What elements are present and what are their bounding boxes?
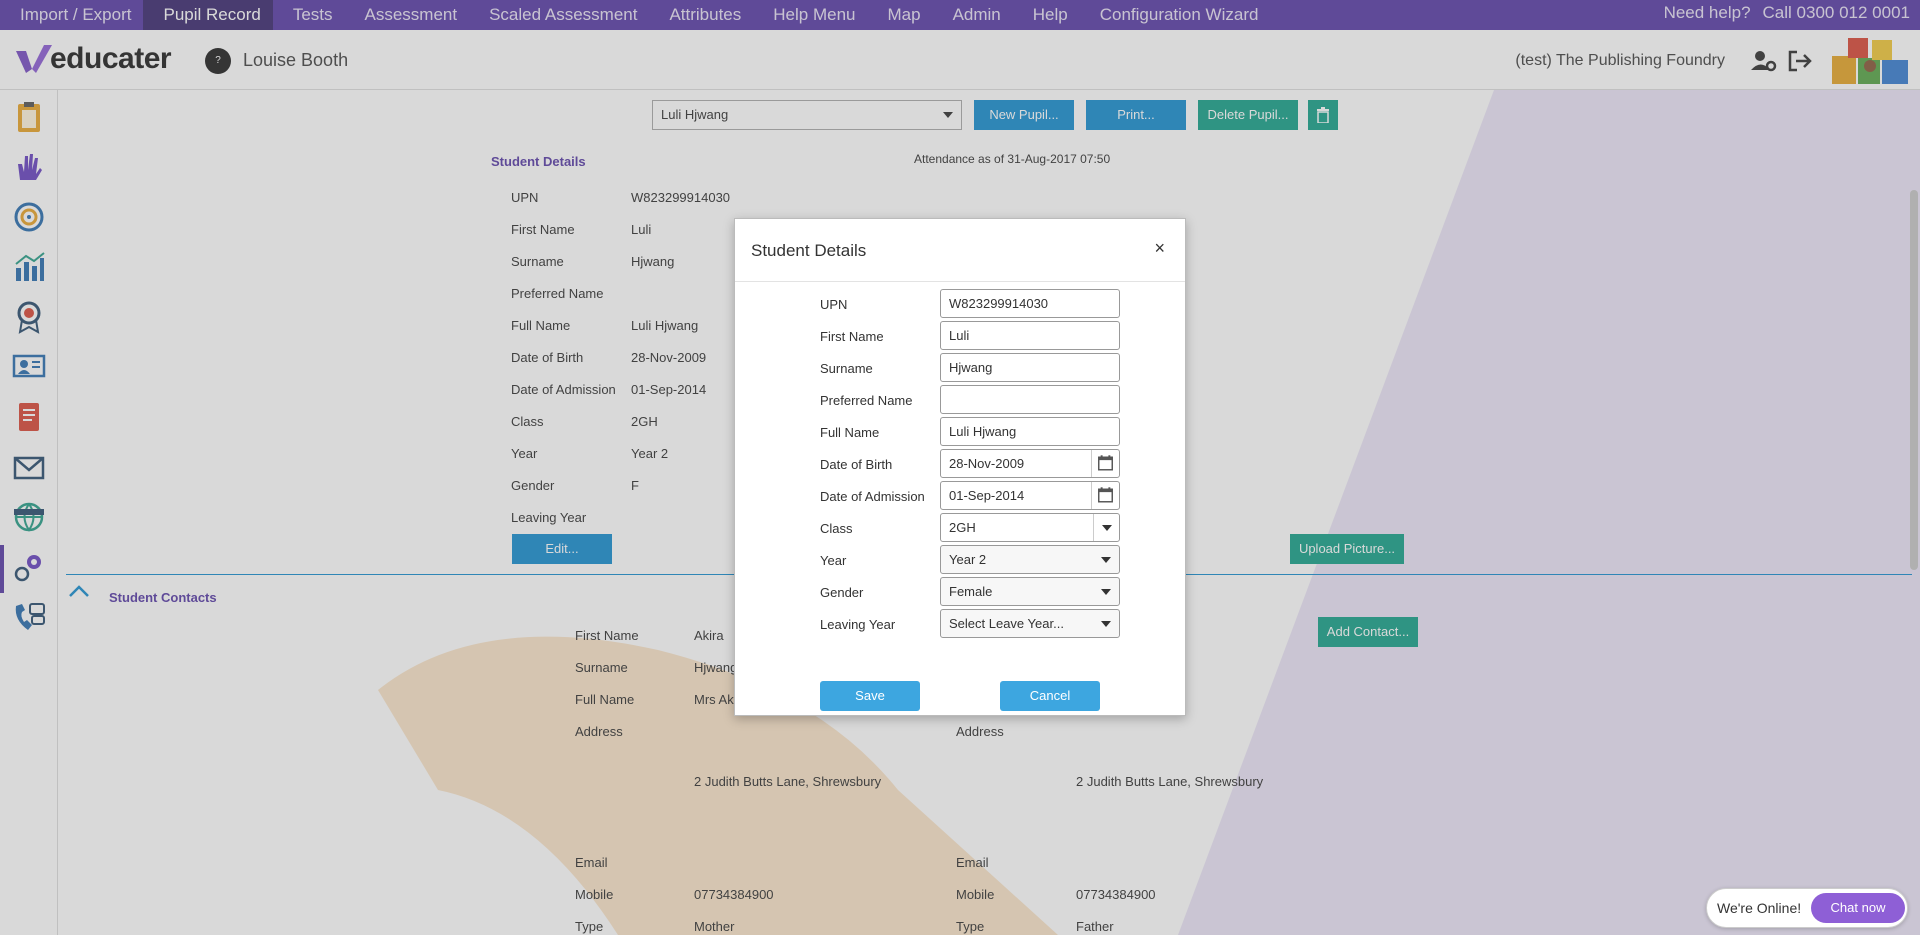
student-details-modal: Student Details × UPN W823299914030 Firs…: [734, 218, 1186, 716]
class-select[interactable]: 2GH: [940, 513, 1120, 542]
chevron-down-icon: [1093, 610, 1119, 637]
field-label: Class: [820, 521, 853, 536]
field-label: Surname: [820, 361, 873, 376]
calendar-icon[interactable]: [1091, 482, 1119, 509]
close-icon[interactable]: ×: [1154, 239, 1165, 257]
modal-divider: [735, 281, 1185, 282]
calendar-icon[interactable]: [1091, 450, 1119, 477]
first-name-input[interactable]: Luli: [940, 321, 1120, 350]
field-label: First Name: [820, 329, 884, 344]
full-name-input[interactable]: Luli Hjwang: [940, 417, 1120, 446]
field-label: Year: [820, 553, 847, 568]
leaving-year-select[interactable]: Select Leave Year...: [940, 609, 1120, 638]
date-of-birth-value: 28-Nov-2009: [949, 456, 1025, 471]
field-year: Year Year 2: [820, 545, 1120, 575]
chevron-down-icon: [1093, 578, 1119, 605]
field-class: Class 2GH: [820, 513, 1120, 543]
gender-select[interactable]: Female: [940, 577, 1120, 606]
field-first-name: First Name Luli: [820, 321, 1120, 351]
field-preferred-name: Preferred Name: [820, 385, 1120, 415]
cancel-button[interactable]: Cancel: [1000, 681, 1100, 711]
field-label: Date of Birth: [820, 457, 893, 472]
field-label: Preferred Name: [820, 393, 913, 408]
field-surname: Surname Hjwang: [820, 353, 1120, 383]
field-label: Full Name: [820, 425, 880, 440]
leaving-year-select-value: Select Leave Year...: [949, 616, 1064, 631]
field-gender: Gender Female: [820, 577, 1120, 607]
field-leaving-year: Leaving Year Select Leave Year...: [820, 609, 1120, 639]
date-of-admission-value: 01-Sep-2014: [949, 488, 1025, 503]
chevron-down-icon: [1093, 514, 1119, 541]
surname-input[interactable]: Hjwang: [940, 353, 1120, 382]
field-label: Gender: [820, 585, 864, 600]
field-date-of-admission: Date of Admission 01-Sep-2014: [820, 481, 1120, 511]
year-select-value: Year 2: [949, 552, 987, 567]
field-label: Leaving Year: [820, 617, 896, 632]
field-full-name: Full Name Luli Hjwang: [820, 417, 1120, 447]
chevron-down-icon: [1093, 546, 1119, 573]
field-label: Date of Admission: [820, 489, 925, 504]
preferred-name-input[interactable]: [940, 385, 1120, 414]
modal-title: Student Details: [751, 241, 867, 260]
upn-input[interactable]: W823299914030: [940, 289, 1120, 318]
save-button[interactable]: Save: [820, 681, 920, 711]
field-date-of-birth: Date of Birth 28-Nov-2009: [820, 449, 1120, 479]
chat-now-button[interactable]: Chat now: [1811, 893, 1905, 923]
gender-select-value: Female: [949, 584, 993, 599]
chat-status: We're Online!: [1717, 900, 1802, 916]
field-upn: UPN W823299914030: [820, 289, 1120, 319]
class-select-value: 2GH: [949, 520, 976, 535]
field-label: UPN: [820, 297, 848, 312]
chat-widget: We're Online! Chat now: [1706, 888, 1908, 928]
date-of-admission-input[interactable]: 01-Sep-2014: [940, 481, 1120, 510]
year-select[interactable]: Year 2: [940, 545, 1120, 574]
date-of-birth-input[interactable]: 28-Nov-2009: [940, 449, 1120, 478]
